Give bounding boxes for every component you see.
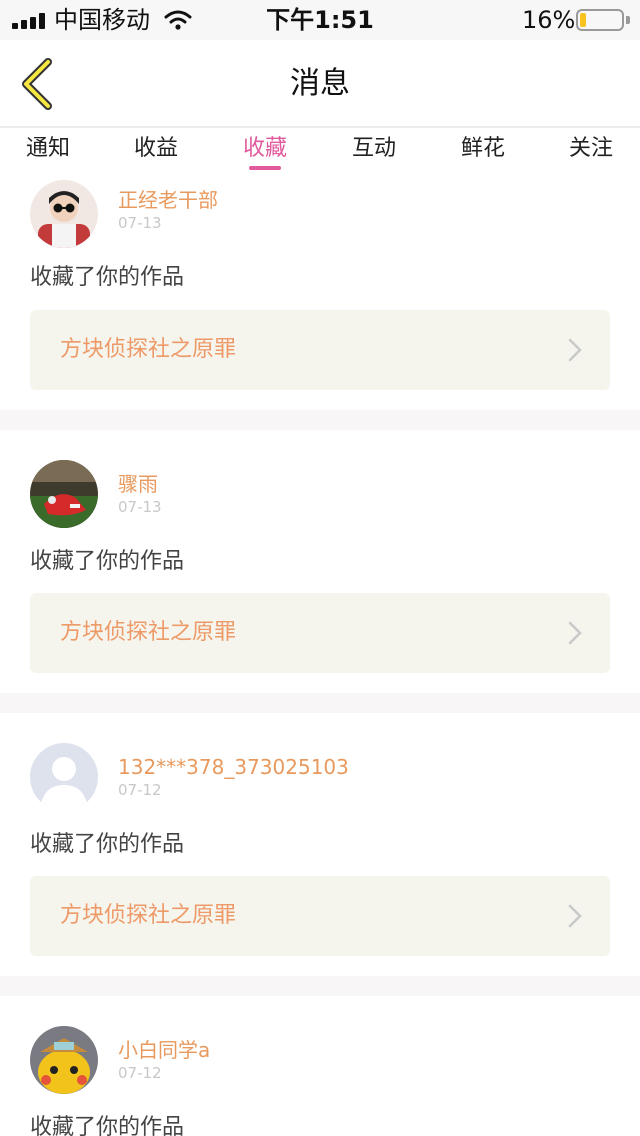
list-item: 132***378_373025103 07-12 收藏了你的作品 方块侦探社之… — [0, 713, 640, 976]
username[interactable]: 正经老干部 — [118, 188, 218, 212]
tab-interactions[interactable]: 互动 — [334, 134, 414, 164]
work-link[interactable]: 方块侦探社之原罪 — [30, 593, 610, 673]
tab-notifications[interactable]: 通知 — [8, 134, 88, 164]
username[interactable]: 小白同学a — [118, 1038, 210, 1062]
divider — [0, 976, 640, 996]
avatar[interactable] — [30, 460, 98, 528]
divider — [0, 693, 640, 713]
username[interactable]: 骤雨 — [118, 472, 158, 496]
chevron-right-icon — [568, 621, 582, 645]
work-title: 方块侦探社之原罪 — [60, 903, 237, 928]
avatar[interactable] — [30, 1026, 98, 1094]
chevron-right-icon — [568, 904, 582, 928]
timestamp: 07-12 — [118, 1064, 162, 1082]
battery-icon — [576, 9, 624, 31]
battery-tip — [626, 16, 630, 24]
username[interactable]: 132***378_373025103 — [118, 755, 349, 779]
action-text: 收藏了你的作品 — [30, 832, 185, 857]
divider — [0, 410, 640, 430]
timestamp: 07-13 — [118, 214, 162, 232]
list-item: 骤雨 07-13 收藏了你的作品 方块侦探社之原罪 — [0, 430, 640, 693]
battery-level — [580, 13, 586, 27]
tab-favorites[interactable]: 收藏 — [225, 134, 305, 164]
work-title: 方块侦探社之原罪 — [60, 337, 237, 362]
timestamp: 07-13 — [118, 498, 162, 516]
page-title: 消息 — [290, 66, 350, 101]
tab-flowers[interactable]: 鲜花 — [443, 134, 523, 164]
timestamp: 07-12 — [118, 781, 162, 799]
action-text: 收藏了你的作品 — [30, 1115, 185, 1136]
list-item: 正经老干部 07-13 收藏了你的作品 方块侦探社之原罪 — [0, 172, 640, 410]
avatar-placeholder-icon[interactable] — [30, 743, 98, 811]
status-bar: 中国移动 下午1:51 16% — [0, 0, 640, 40]
work-link[interactable]: 方块侦探社之原罪 — [30, 310, 610, 390]
tab-bar: 通知 收益 收藏 互动 鲜花 关注 — [0, 130, 640, 172]
work-link[interactable]: 方块侦探社之原罪 — [30, 876, 610, 956]
tab-following[interactable]: 关注 — [551, 134, 631, 164]
avatar[interactable] — [30, 180, 98, 248]
battery-percent: 16% — [522, 6, 576, 34]
chevron-right-icon — [568, 338, 582, 362]
work-title: 方块侦探社之原罪 — [60, 620, 237, 645]
action-text: 收藏了你的作品 — [30, 265, 185, 290]
action-text: 收藏了你的作品 — [30, 549, 185, 574]
active-tab-indicator — [249, 166, 281, 170]
tab-earnings[interactable]: 收益 — [116, 134, 196, 164]
list-item: 小白同学a 07-12 收藏了你的作品 — [0, 996, 640, 1136]
nav-bar: 消息 — [0, 40, 640, 128]
